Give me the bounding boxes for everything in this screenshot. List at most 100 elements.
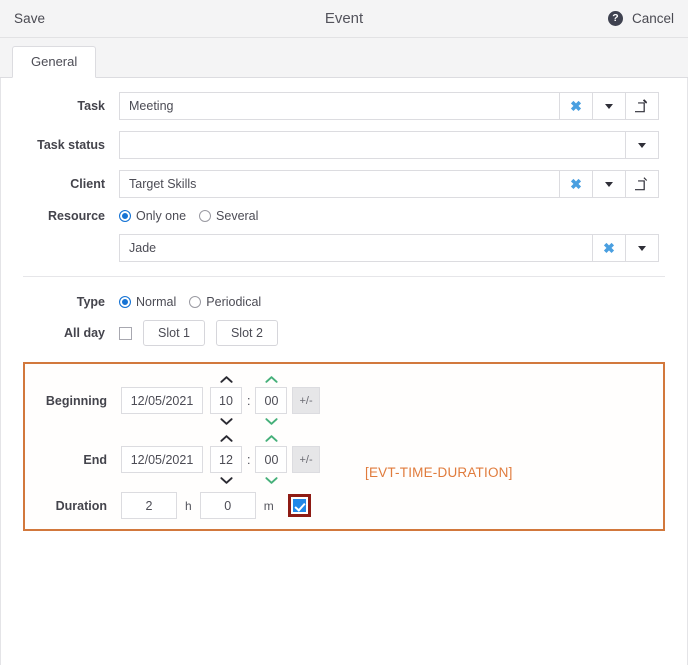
task-status-label: Task status: [1, 138, 119, 152]
save-button[interactable]: Save: [14, 11, 45, 26]
beginning-minute-input[interactable]: [255, 387, 287, 414]
beginning-time-separator: :: [243, 394, 254, 408]
chevron-down-icon: [605, 182, 613, 187]
chevron-up-icon[interactable]: [220, 372, 233, 387]
radio-type-periodical[interactable]: Periodical: [189, 295, 261, 309]
radio-dot-selected-icon: [119, 296, 131, 308]
radio-type-normal[interactable]: Normal: [119, 295, 176, 309]
all-day-checkbox[interactable]: [119, 327, 132, 340]
resource-input[interactable]: [119, 234, 593, 262]
end-plus-minus-button[interactable]: +/-: [292, 446, 319, 473]
time-duration-highlight-box: Beginning :: [23, 362, 665, 531]
task-status-dropdown-button[interactable]: [626, 131, 659, 159]
end-time-separator: :: [243, 453, 254, 467]
resource-label: Resource: [1, 209, 119, 223]
task-status-input[interactable]: [119, 131, 626, 159]
help-circle-icon[interactable]: ?: [608, 11, 623, 26]
chevron-down-icon[interactable]: [220, 473, 233, 488]
end-time-controls: : +/-: [209, 431, 320, 488]
radio-label-only-one: Only one: [136, 209, 186, 223]
duration-hours-input[interactable]: [121, 492, 177, 519]
resource-clear-button[interactable]: ✖: [593, 234, 626, 262]
beginning-time-controls: : +/-: [209, 372, 320, 429]
beginning-plus-minus-button[interactable]: +/-: [292, 387, 319, 414]
radio-label-normal: Normal: [136, 295, 176, 309]
radio-dot-selected-icon: [119, 210, 131, 222]
end-minute-spinner: [254, 431, 288, 488]
resource-dropdown-button[interactable]: [626, 234, 659, 262]
client-field-group: ✖: [119, 170, 659, 198]
duration-annotation: [EVT-TIME-DURATION]: [365, 465, 513, 480]
client-input[interactable]: [119, 170, 560, 198]
beginning-date-input[interactable]: [121, 387, 203, 414]
tab-general[interactable]: General: [12, 46, 96, 78]
beginning-hour-input[interactable]: [210, 387, 242, 414]
all-day-label: All day: [1, 326, 119, 340]
end-date-input[interactable]: [121, 446, 203, 473]
beginning-hour-spinner: [209, 372, 243, 429]
end-minute-input[interactable]: [255, 446, 287, 473]
all-day-controls: Slot 1 Slot 2: [119, 320, 278, 346]
beginning-label: Beginning: [25, 394, 121, 408]
clear-cross-icon: ✖: [603, 241, 615, 255]
chevron-up-icon[interactable]: [265, 431, 278, 446]
duration-hours-unit: h: [177, 499, 200, 513]
chevron-down-icon: [638, 143, 646, 148]
duration-minutes-unit: m: [256, 499, 282, 513]
field-row-all-day: All day Slot 1 Slot 2: [1, 320, 687, 346]
clear-cross-icon: ✖: [570, 99, 582, 113]
task-field-group: ✖: [119, 92, 659, 120]
end-hour-spinner: [209, 431, 243, 488]
clear-cross-icon: ✖: [570, 177, 582, 191]
slot-2-button[interactable]: Slot 2: [216, 320, 278, 346]
radio-dot-icon: [199, 210, 211, 222]
task-edit-button[interactable]: [626, 92, 659, 120]
chevron-down-icon[interactable]: [265, 414, 278, 429]
end-label: End: [25, 453, 121, 467]
form-panel: Task ✖ Task status: [0, 78, 688, 665]
time-row-beginning: Beginning :: [25, 372, 663, 429]
duration-lock-checkbox[interactable]: [293, 499, 306, 512]
duration-minutes-input[interactable]: [200, 492, 256, 519]
radio-label-several: Several: [216, 209, 258, 223]
chevron-down-icon: [638, 246, 646, 251]
header-actions: ? Cancel: [608, 11, 674, 26]
type-label: Type: [1, 295, 119, 309]
chevron-down-icon[interactable]: [220, 414, 233, 429]
task-status-field-group: [119, 131, 659, 159]
app-header: Save Event ? Cancel: [0, 0, 688, 38]
time-row-duration: Duration h m: [25, 492, 663, 519]
resource-radio-group: Only one Several: [119, 209, 271, 223]
chevron-up-icon[interactable]: [265, 372, 278, 387]
chevron-up-icon[interactable]: [220, 431, 233, 446]
chevron-down-icon[interactable]: [265, 473, 278, 488]
radio-resource-several[interactable]: Several: [199, 209, 258, 223]
client-edit-button[interactable]: [626, 170, 659, 198]
client-clear-button[interactable]: ✖: [560, 170, 593, 198]
field-row-task: Task ✖: [1, 92, 687, 120]
edit-pencil-icon: [635, 177, 649, 191]
type-radio-group: Normal Periodical: [119, 295, 274, 309]
field-row-type: Type Normal Periodical: [1, 295, 687, 309]
chevron-down-icon: [605, 104, 613, 109]
client-dropdown-button[interactable]: [593, 170, 626, 198]
radio-label-periodical: Periodical: [206, 295, 261, 309]
duration-label: Duration: [25, 499, 121, 513]
field-row-task-status: Task status: [1, 131, 687, 159]
tab-bar: General: [0, 38, 688, 78]
radio-resource-only-one[interactable]: Only one: [119, 209, 186, 223]
time-row-end: End :: [25, 431, 663, 488]
task-clear-button[interactable]: ✖: [560, 92, 593, 120]
duration-lock-highlight: [288, 494, 311, 517]
beginning-minute-spinner: [254, 372, 288, 429]
cancel-button[interactable]: Cancel: [632, 11, 674, 26]
page-title: Event: [0, 10, 688, 27]
task-dropdown-button[interactable]: [593, 92, 626, 120]
field-row-resource: Resource Only one Several: [1, 209, 687, 223]
end-hour-input[interactable]: [210, 446, 242, 473]
task-input[interactable]: [119, 92, 560, 120]
field-row-client: Client ✖: [1, 170, 687, 198]
resource-field-group: ✖: [119, 234, 659, 262]
slot-1-button[interactable]: Slot 1: [143, 320, 205, 346]
client-label: Client: [1, 177, 119, 191]
